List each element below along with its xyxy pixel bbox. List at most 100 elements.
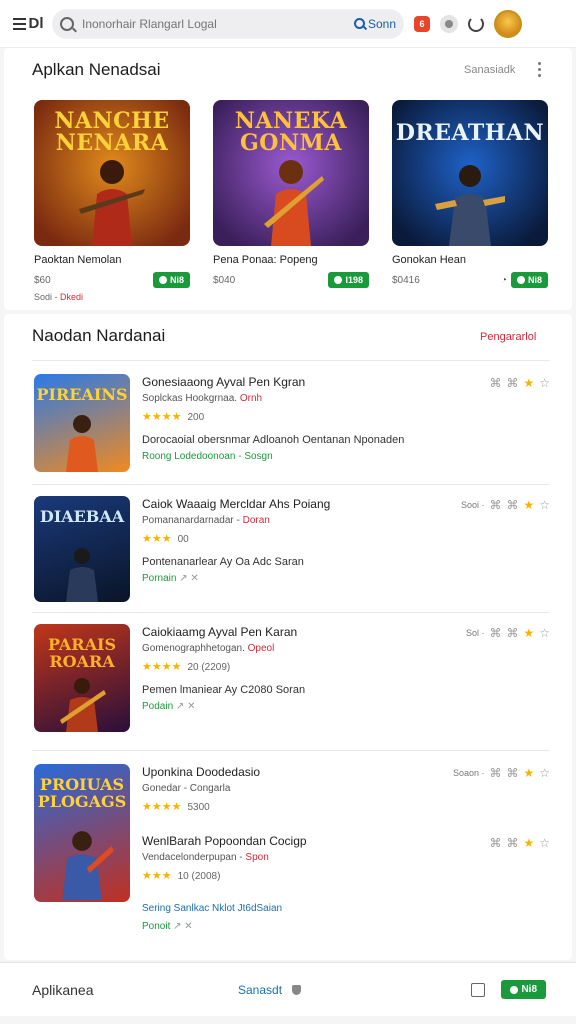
app-title[interactable]: Uponkina Doodedasio — [142, 764, 442, 780]
game-cover-image: NANCHE NENARA — [34, 100, 190, 246]
star-outline-icon[interactable]: ☆ — [539, 376, 550, 390]
developer-name: Vendacelonderpupan - — [142, 852, 246, 863]
status-text: Roong Lodedoonoan - — [142, 451, 245, 462]
install-button-label: Ni8 — [527, 275, 542, 285]
app-title-secondary[interactable]: WenlBarah Popoondan Cocigp — [142, 833, 442, 849]
bottom-apps-tab[interactable]: Aplikanea — [32, 982, 94, 998]
list-item[interactable]: PIREAINS Gonesiaaong Ayval Pen Kgran Sop… — [34, 374, 550, 474]
tile-subtext-b: Dkedi — [60, 292, 84, 302]
app-description: Pemen lmaniear Ay C2080 Soran — [142, 684, 306, 696]
settings-icon[interactable] — [440, 14, 458, 33]
install-button[interactable]: Ni8 — [152, 272, 190, 288]
row-actions: Sol · ⌘ ⌘ ★ ☆ — [466, 626, 550, 640]
app-title[interactable]: Caiok Waaaig Mercldar Ahs Poiang — [142, 496, 442, 512]
featured-tile[interactable]: NANEKA GONMA Pena Ponaa: Popeng $040 I19… — [213, 100, 369, 288]
list-title: Naodan Nardanai — [32, 326, 166, 345]
app-developer: Pomananardarnadar - Doran — [142, 514, 442, 528]
search-input[interactable] — [82, 16, 342, 31]
search-bar[interactable]: Sonn — [52, 8, 404, 39]
grid-icon[interactable]: ⌘ — [506, 498, 518, 512]
list-see-all-link[interactable]: Pengararlol — [480, 331, 536, 343]
grid-icon[interactable]: ⌘ — [506, 376, 518, 390]
rating-count: 200 — [187, 412, 205, 423]
bottom-security-tab[interactable]: Sanasdt — [238, 983, 302, 997]
star-outline-icon[interactable]: ☆ — [539, 766, 550, 780]
grid-icon[interactable]: ⌘ — [506, 766, 518, 780]
star-icon[interactable]: ★ — [523, 498, 534, 512]
top-bar: Dl Sonn 6 — [0, 0, 576, 48]
shield-icon — [292, 984, 302, 995]
bookmark-icon[interactable]: ⌘ — [489, 376, 501, 390]
bookmark-icon[interactable]: ⌘ — [489, 626, 501, 640]
notification-badge-icon[interactable]: 6 — [414, 15, 430, 32]
featured-tile[interactable]: DREATHAN Gonokan Hean $0416 ◔ Ni8 — [392, 100, 548, 288]
stars: ★★★ — [142, 533, 172, 545]
cover-title: NANCHE NENARA — [54, 108, 170, 156]
bookmark-icon[interactable]: ⌘ — [489, 498, 501, 512]
featured-tile[interactable]: NANCHE NENARA Paoktan Nemolan $60 Ni8 So… — [34, 100, 190, 302]
install-button[interactable]: I198 — [328, 272, 369, 288]
grid-icon[interactable]: ⌘ — [506, 626, 518, 640]
developer-name: Pomananardarnadar - — [142, 515, 243, 526]
play-icon — [158, 276, 167, 284]
app-status: Ponoit ↗ ✕ — [142, 920, 442, 934]
app-status: Pornain ↗ ✕ — [142, 572, 442, 586]
side-label: Soaon · — [452, 768, 485, 778]
cover-title: PARAIS ROARA — [47, 635, 117, 671]
game-cover-image: DIAEBAA — [34, 496, 130, 602]
star-icon[interactable]: ★ — [523, 766, 534, 780]
tile-subtext: Sodi - Dkedi — [34, 292, 190, 302]
avatar[interactable] — [494, 9, 522, 38]
play-icon — [516, 276, 525, 284]
list-item[interactable]: PROIUAS PLOGAGS Uponkina Doodedasio Gone… — [34, 764, 550, 944]
list-item[interactable]: PARAIS ROARA Caiokiaamg Ayval Pen Karan … — [34, 624, 550, 732]
bookmark-icon[interactable]: ⌘ — [489, 836, 501, 850]
rating-stars: ★★★★ 20 (2209) — [142, 660, 442, 675]
rating-count: 20 (2209) — [187, 662, 231, 673]
featured-see-all-link[interactable]: Sanasiadk — [464, 64, 515, 76]
row-actions: ⌘ ⌘ ★ ☆ — [489, 376, 550, 390]
cover-title: DIAEBAA — [39, 507, 125, 526]
stars: ★★★★ — [142, 411, 182, 423]
share-icon[interactable]: ◔ — [501, 275, 507, 286]
star-outline-icon[interactable]: ☆ — [539, 626, 550, 640]
more-options-icon[interactable] — [538, 62, 542, 77]
install-button[interactable]: Ni8 — [501, 980, 546, 999]
share-icon[interactable]: ↗ ✕ — [179, 573, 199, 584]
app-status: Roong Lodedoonoan - Sosgn — [142, 450, 442, 464]
row-actions-secondary: ⌘ ⌘ ★ ☆ — [489, 836, 550, 850]
grid-icon[interactable]: ⌘ — [506, 836, 518, 850]
stars: ★★★★ — [142, 661, 182, 673]
star-outline-icon[interactable]: ☆ — [539, 836, 550, 850]
star-icon[interactable]: ★ — [523, 376, 534, 390]
developer-name: Soplckas Hookgrnaa. — [142, 393, 240, 404]
library-icon[interactable] — [471, 982, 486, 997]
share-icon[interactable]: ↗ ✕ — [176, 701, 196, 712]
play-icon — [334, 276, 343, 284]
star-icon[interactable]: ★ — [523, 626, 534, 640]
character-figure — [66, 548, 98, 602]
row-actions: Sooi · ⌘ ⌘ ★ ☆ — [461, 498, 550, 512]
developer-name: Gomenographhetogan. — [142, 643, 248, 654]
rating-stars-secondary: ★★★ 10 (2008) — [142, 869, 442, 884]
tile-subtext-a: Sodi - — [34, 292, 61, 302]
star-icon[interactable]: ★ — [523, 836, 534, 850]
install-button-label: Ni8 — [169, 275, 184, 285]
menu-label: Dl — [28, 15, 44, 32]
share-icon[interactable]: ↗ ✕ — [173, 921, 193, 932]
app-title[interactable]: Caiokiaamg Ayval Pen Karan — [142, 624, 442, 640]
developer-tag: Doran — [242, 515, 270, 526]
app-developer-secondary: Vendacelonderpupan - Spon — [142, 851, 442, 865]
search-button-icon — [353, 18, 365, 29]
install-button-label: I198 — [345, 275, 363, 285]
app-title[interactable]: Gonesiaaong Ayval Pen Kgran — [142, 374, 442, 390]
developer-tag: Ornh — [239, 393, 263, 404]
tile-price: $0416 — [392, 274, 420, 286]
list-item[interactable]: DIAEBAA Caiok Waaaig Mercldar Ahs Poiang… — [34, 496, 550, 604]
search-button[interactable]: Sonn — [353, 17, 396, 31]
menu-button[interactable]: Dl — [10, 9, 46, 39]
power-icon[interactable] — [468, 15, 484, 32]
bookmark-icon[interactable]: ⌘ — [489, 766, 501, 780]
star-outline-icon[interactable]: ☆ — [539, 498, 550, 512]
install-button[interactable]: Ni8 — [510, 272, 548, 288]
